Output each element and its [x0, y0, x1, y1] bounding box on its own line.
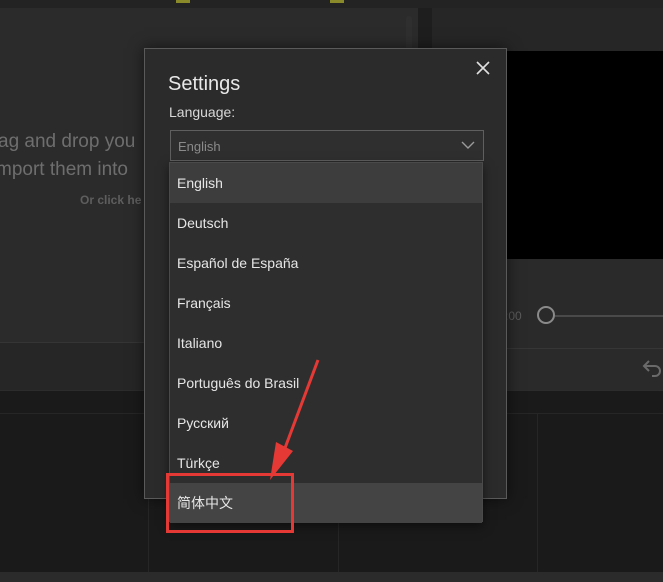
language-option-italiano[interactable]: Italiano	[170, 323, 482, 363]
language-label: Language:	[169, 104, 236, 120]
drop-hint-line1: ag and drop you	[0, 131, 136, 152]
language-select[interactable]: English	[170, 130, 484, 161]
click-hint[interactable]: Or click he	[80, 193, 141, 207]
undo-icon[interactable]	[640, 355, 663, 379]
language-option-portugues[interactable]: Português do Brasil	[170, 363, 482, 403]
toolbar-marker	[176, 0, 190, 3]
timeline-divider	[537, 413, 538, 573]
time-display: :00	[505, 309, 522, 323]
chevron-down-icon	[461, 141, 475, 149]
preview-header	[432, 8, 663, 51]
toolbar-marker	[330, 0, 344, 3]
language-option-francais[interactable]: Français	[170, 283, 482, 323]
scrub-handle[interactable]	[537, 306, 555, 324]
app-window: ag and drop you mport them into Or click…	[0, 0, 663, 582]
language-option-espanol[interactable]: Español de España	[170, 243, 482, 283]
language-option-simplified-chinese[interactable]: 简体中文	[170, 483, 482, 523]
language-option-deutsch[interactable]: Deutsch	[170, 203, 482, 243]
language-select-value: English	[178, 139, 221, 154]
close-icon[interactable]	[472, 57, 494, 79]
language-option-turkish[interactable]: Türkçe	[170, 443, 482, 483]
top-toolbar	[0, 0, 663, 8]
language-option-russian[interactable]: Русский	[170, 403, 482, 443]
dialog-title: Settings	[168, 73, 241, 95]
drop-hint-line2: mport them into	[0, 159, 128, 180]
scrub-track[interactable]	[555, 315, 663, 317]
bottom-scrollbar[interactable]	[0, 572, 663, 582]
language-option-english[interactable]: English	[170, 163, 482, 203]
language-dropdown-list: English Deutsch Español de España França…	[169, 162, 483, 523]
